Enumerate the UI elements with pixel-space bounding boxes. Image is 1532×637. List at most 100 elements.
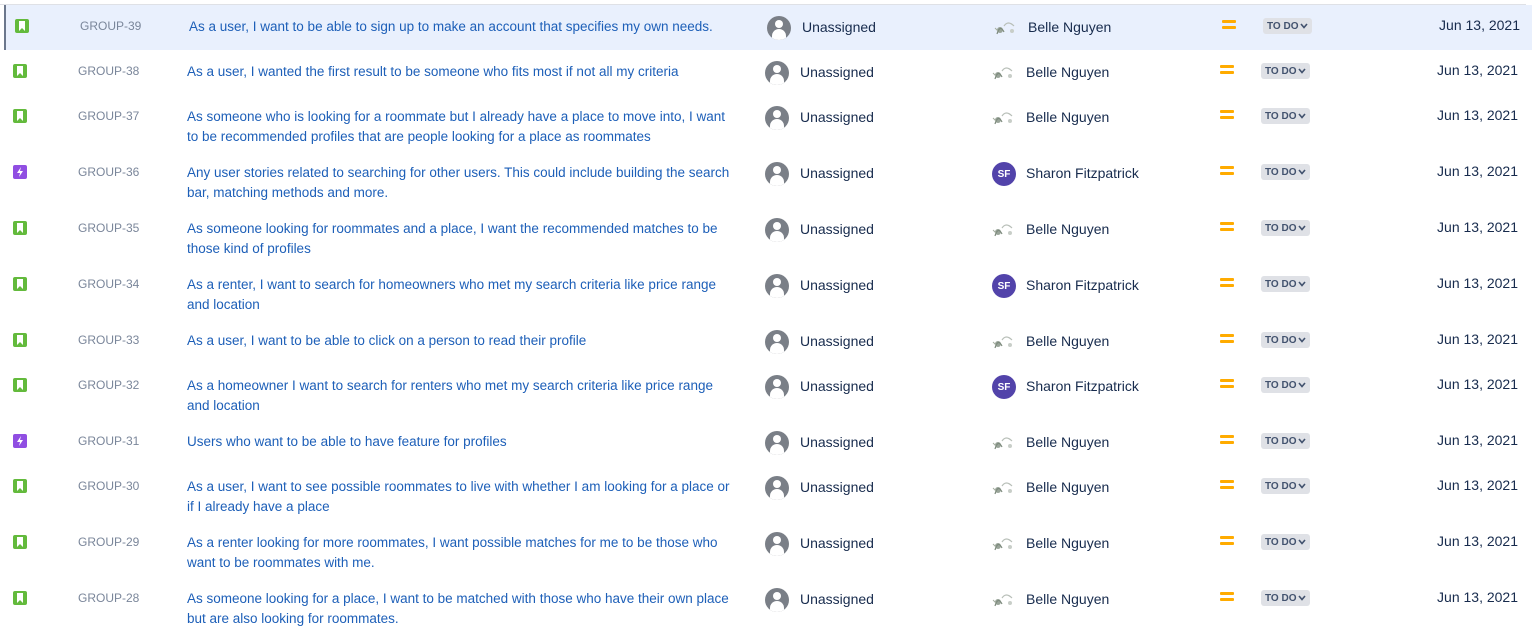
issue-key[interactable]: GROUP-31 — [78, 434, 139, 448]
unassigned-avatar-icon — [765, 431, 789, 455]
issue-summary[interactable]: but are also looking for roommates. — [187, 609, 755, 629]
reporter-avatar — [990, 534, 1018, 554]
created-date: Jun 13, 2021 — [1437, 219, 1518, 235]
status-dropdown[interactable]: TO DO — [1261, 220, 1311, 236]
issue-key[interactable]: GROUP-33 — [78, 333, 139, 347]
reporter-name: Sharon Fitzpatrick — [1026, 277, 1139, 293]
issue-summary[interactable]: As a renter looking for more roommates, … — [187, 533, 755, 553]
issue-key[interactable]: GROUP-32 — [78, 378, 139, 392]
table-row[interactable]: GROUP-28 As someone looking for a place, … — [4, 577, 1530, 633]
issue-summary[interactable]: As someone who is looking for a roommate… — [187, 107, 755, 127]
issue-key[interactable]: GROUP-38 — [78, 64, 139, 78]
created-date: Jun 13, 2021 — [1439, 17, 1520, 33]
status-label: TO DO — [1265, 278, 1297, 290]
table-row[interactable]: GROUP-31 Users who want to be able to hav… — [4, 420, 1530, 465]
status-dropdown[interactable]: TO DO — [1261, 478, 1311, 494]
unassigned-avatar-icon — [765, 218, 789, 242]
priority-medium-icon — [1220, 379, 1234, 389]
chevron-down-icon — [1298, 223, 1307, 233]
issue-summary[interactable]: As a user, I want to see possible roomma… — [187, 477, 755, 497]
status-dropdown[interactable]: TO DO — [1261, 377, 1311, 393]
issue-summary[interactable]: want to be roommates with me. — [187, 553, 755, 573]
status-dropdown[interactable]: TO DO — [1261, 534, 1311, 550]
table-row[interactable]: GROUP-38 As a user, I wanted the first re… — [4, 50, 1530, 95]
unassigned-avatar-icon — [767, 16, 791, 40]
chevron-down-icon — [1298, 335, 1307, 345]
issue-key[interactable]: GROUP-37 — [78, 109, 139, 123]
issue-summary[interactable]: As someone looking for roommates and a p… — [187, 219, 755, 239]
status-label: TO DO — [1265, 480, 1297, 492]
unassigned-avatar-icon — [765, 375, 789, 399]
issue-key[interactable]: GROUP-35 — [78, 221, 139, 235]
status-dropdown[interactable]: TO DO — [1261, 63, 1311, 79]
status-dropdown[interactable]: TO DO — [1261, 108, 1311, 124]
status-dropdown[interactable]: TO DO — [1261, 433, 1311, 449]
unassigned-avatar-icon — [765, 61, 789, 85]
priority-medium-icon — [1220, 334, 1234, 344]
priority-medium-icon — [1220, 278, 1234, 288]
priority-medium-icon — [1220, 480, 1234, 490]
issue-summary[interactable]: As a user, I want to be able to sign up … — [189, 17, 757, 37]
issue-key[interactable]: GROUP-28 — [78, 591, 139, 605]
assignee-name: Unassigned — [800, 165, 874, 181]
issue-key[interactable]: GROUP-36 — [78, 165, 139, 179]
issue-summary[interactable]: As a user, I want to be able to click on… — [187, 331, 755, 351]
chevron-down-icon — [1298, 66, 1307, 76]
table-row[interactable]: GROUP-29 As a renter looking for more roo… — [4, 521, 1530, 577]
issue-key[interactable]: GROUP-30 — [78, 479, 139, 493]
chevron-down-icon — [1298, 167, 1307, 177]
story-icon — [13, 535, 27, 549]
created-date: Jun 13, 2021 — [1437, 376, 1518, 392]
reporter-name: Belle Nguyen — [1026, 434, 1110, 450]
reporter-name: Belle Nguyen — [1026, 479, 1110, 495]
table-row[interactable]: GROUP-30 As a user, I want to see possibl… — [4, 465, 1530, 521]
status-dropdown[interactable]: TO DO — [1261, 332, 1311, 348]
issue-summary[interactable]: As someone looking for a place, I want t… — [187, 589, 755, 609]
reporter-name: Belle Nguyen — [1026, 535, 1110, 551]
unassigned-avatar-icon — [765, 162, 789, 186]
reporter-avatar: SF — [992, 274, 1016, 298]
chevron-down-icon — [1298, 537, 1307, 547]
status-dropdown[interactable]: TO DO — [1263, 18, 1313, 34]
reporter-name: Belle Nguyen — [1026, 591, 1110, 607]
unassigned-avatar-icon — [765, 588, 789, 612]
issue-summary[interactable]: and location — [187, 295, 755, 315]
reporter-avatar: SF — [992, 375, 1016, 399]
table-row[interactable]: GROUP-36 Any user stories related to sear… — [4, 151, 1530, 207]
table-row[interactable]: GROUP-32 As a homeowner I want to search … — [4, 364, 1530, 420]
status-label: TO DO — [1265, 379, 1297, 391]
issue-summary[interactable]: As a renter, I want to search for homeow… — [187, 275, 755, 295]
priority-medium-icon — [1220, 65, 1234, 75]
issue-summary[interactable]: bar, matching methods and more. — [187, 183, 755, 203]
priority-medium-icon — [1220, 435, 1234, 445]
table-row[interactable]: GROUP-37 As someone who is looking for a … — [4, 95, 1530, 151]
issue-summary[interactable]: those kind of profiles — [187, 239, 755, 259]
assignee-name: Unassigned — [800, 333, 874, 349]
reporter-name: Sharon Fitzpatrick — [1026, 165, 1139, 181]
issue-key[interactable]: GROUP-39 — [80, 19, 141, 33]
issue-summary[interactable]: if I already have a place — [187, 497, 755, 517]
issue-summary[interactable]: to be recommended profiles that are peop… — [187, 127, 755, 147]
table-row[interactable]: GROUP-35 As someone looking for roommates… — [4, 207, 1530, 263]
table-row[interactable]: GROUP-33 As a user, I want to be able to … — [4, 319, 1530, 364]
issue-summary[interactable]: Any user stories related to searching fo… — [187, 163, 755, 183]
assignee-name: Unassigned — [802, 19, 876, 35]
issue-summary[interactable]: Users who want to be able to have featur… — [187, 432, 755, 452]
status-label: TO DO — [1265, 536, 1297, 548]
reporter-name: Belle Nguyen — [1026, 221, 1110, 237]
status-dropdown[interactable]: TO DO — [1261, 590, 1311, 606]
issue-summary[interactable]: As a homeowner I want to search for rent… — [187, 376, 755, 396]
story-icon — [13, 378, 27, 392]
issue-summary[interactable]: and location — [187, 396, 755, 416]
story-icon — [13, 109, 27, 123]
issue-summary[interactable]: As a user, I wanted the first result to … — [187, 62, 755, 82]
table-row[interactable]: GROUP-39 As a user, I want to be able to … — [4, 5, 1532, 50]
status-dropdown[interactable]: TO DO — [1261, 276, 1311, 292]
table-row[interactable]: GROUP-34 As a renter, I want to search fo… — [4, 263, 1530, 319]
unassigned-avatar-icon — [765, 476, 789, 500]
reporter-avatar — [990, 433, 1018, 453]
status-dropdown[interactable]: TO DO — [1261, 164, 1311, 180]
issue-key[interactable]: GROUP-29 — [78, 535, 139, 549]
status-label: TO DO — [1265, 435, 1297, 447]
issue-key[interactable]: GROUP-34 — [78, 277, 139, 291]
